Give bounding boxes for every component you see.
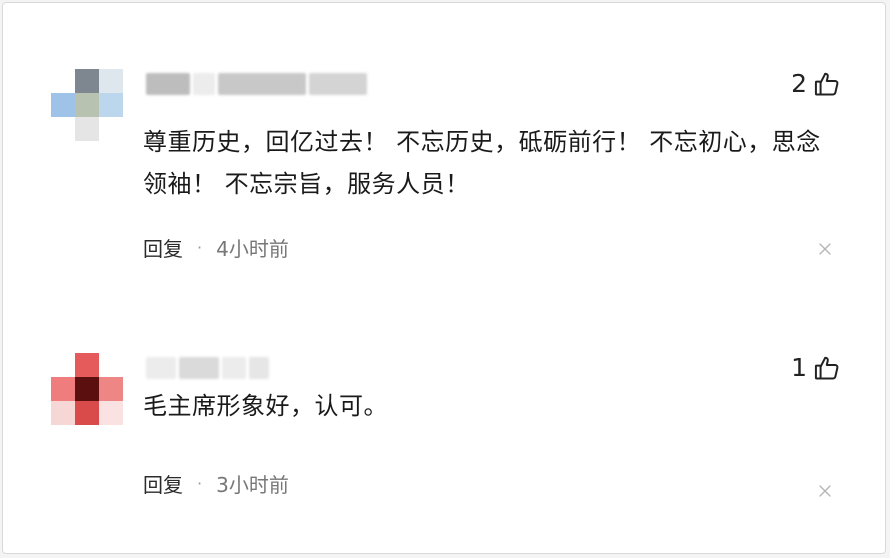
username-block [218, 73, 306, 95]
comment-meta: 回复 · 4小时前 [143, 233, 289, 262]
comment-meta: 回复 · 3小时前 [143, 469, 289, 498]
avatar-pixel [51, 377, 75, 401]
username-block [193, 73, 215, 95]
avatar-pixel [99, 353, 123, 377]
comment-panel: 2 尊重历史，回亿过去！ 不忘历史，砥砺前行！ 不忘初心，思念领袖！ 不忘宗旨，… [2, 2, 886, 554]
thumbs-up-icon[interactable] [813, 70, 841, 98]
avatar[interactable] [51, 69, 123, 141]
close-icon[interactable] [818, 241, 832, 255]
avatar-pixel [99, 401, 123, 425]
avatar-pixel [51, 69, 75, 93]
thumbs-up-icon[interactable] [813, 354, 841, 382]
avatar-pixel [51, 117, 75, 141]
avatar-pixel [51, 353, 75, 377]
like-count: 1 [791, 353, 807, 382]
username-block [146, 357, 176, 379]
username-blurred[interactable] [146, 73, 367, 95]
reply-button[interactable]: 回复 [143, 233, 183, 262]
username-block [249, 357, 269, 379]
username-block [309, 73, 367, 95]
like-button[interactable]: 1 [791, 353, 841, 383]
reply-button[interactable]: 回复 [143, 469, 183, 498]
avatar-pixel [75, 69, 99, 93]
username-block [179, 357, 219, 379]
username-block [222, 357, 246, 379]
timestamp: 3小时前 [216, 473, 289, 497]
avatar-pixel [75, 93, 99, 117]
username-block [146, 73, 190, 95]
avatar-pixel [51, 93, 75, 117]
username-blurred[interactable] [146, 357, 269, 379]
close-icon[interactable] [818, 483, 832, 497]
meta-separator: · [197, 474, 203, 493]
like-count: 2 [791, 69, 807, 98]
avatar-pixel [75, 117, 99, 141]
avatar[interactable] [51, 353, 123, 425]
avatar-pixel [99, 117, 123, 141]
avatar-pixel [99, 93, 123, 117]
comment-text: 毛主席形象好，认可。 [143, 392, 388, 420]
avatar-pixel [75, 377, 99, 401]
avatar-pixel [75, 401, 99, 425]
comment-text: 尊重历史，回亿过去！ 不忘历史，砥砺前行！ 不忘初心，思念领袖！ 不忘宗旨，服务… [143, 128, 821, 198]
avatar-pixel [99, 69, 123, 93]
avatar-pixel [51, 401, 75, 425]
meta-separator: · [197, 238, 203, 257]
like-button[interactable]: 2 [791, 69, 841, 99]
timestamp: 4小时前 [216, 237, 289, 261]
avatar-pixel [99, 377, 123, 401]
avatar-pixel [75, 353, 99, 377]
